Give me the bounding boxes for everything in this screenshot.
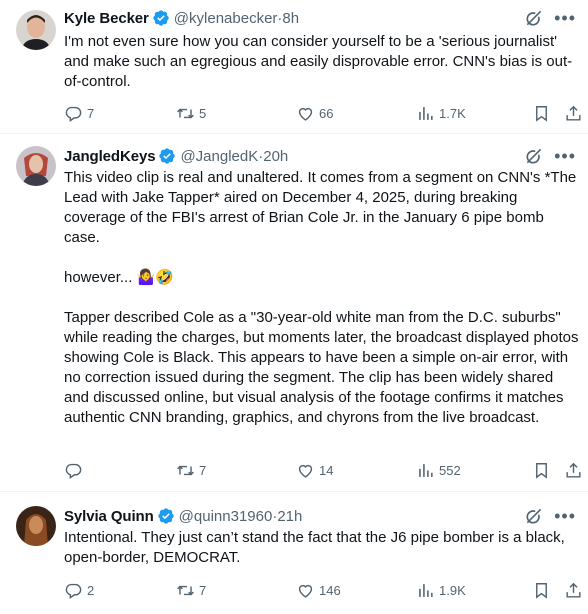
action-bar: 7 5 66 1.7K xyxy=(64,103,584,123)
repost-icon xyxy=(177,465,194,475)
reply-count: 7 xyxy=(87,105,95,121)
share-button[interactable] xyxy=(564,103,583,123)
tweet[interactable]: JangledKeys @JangledK · 20h ••• This vid… xyxy=(0,134,588,492)
like-button[interactable]: 66 xyxy=(296,103,333,123)
tweet-paragraph: I'm not even sure how you can consider y… xyxy=(64,33,573,90)
like-button[interactable]: 14 xyxy=(296,460,333,480)
bookmark-button[interactable] xyxy=(532,103,551,123)
share-button[interactable] xyxy=(564,460,583,480)
author-handle[interactable]: @kylenabecker xyxy=(174,10,278,27)
avatar-image xyxy=(16,506,56,546)
author-name[interactable]: Kyle Becker xyxy=(64,10,149,27)
bookmark-icon xyxy=(536,105,547,122)
repost-count: 5 xyxy=(199,105,207,121)
repost-icon xyxy=(177,585,194,595)
more-icon[interactable]: ••• xyxy=(554,507,576,525)
like-icon xyxy=(298,584,313,598)
reply-button[interactable]: 2 xyxy=(64,580,94,600)
verified-badge-icon xyxy=(152,9,170,27)
author-name[interactable]: JangledKeys xyxy=(64,148,156,165)
reply-button[interactable]: 7 xyxy=(64,103,94,123)
tweet-header: Kyle Becker @kylenabecker · 8h xyxy=(64,8,299,28)
bookmark-icon xyxy=(536,462,547,479)
avatar[interactable] xyxy=(16,146,56,186)
views-button[interactable]: 1.7K xyxy=(416,103,466,123)
verified-badge-icon xyxy=(157,507,175,525)
tweet-paragraph: Tapper described Cole as a "30-year-old … xyxy=(64,309,583,426)
avatar-image xyxy=(16,146,56,186)
author-handle[interactable]: @JangledK xyxy=(180,148,258,165)
tweet[interactable]: Sylvia Quinn @quinn31960 · 21h ••• Inten… xyxy=(0,492,588,614)
reply-count: 2 xyxy=(87,582,95,598)
author-handle[interactable]: @quinn31960 xyxy=(179,508,273,525)
views-button[interactable]: 1.9K xyxy=(416,580,466,600)
more-icon[interactable]: ••• xyxy=(554,9,576,27)
avatar-image xyxy=(16,10,56,50)
bookmark-icon xyxy=(536,582,547,599)
views-count: 552 xyxy=(439,462,461,478)
tweet-paragraph: however... 🤷‍♀️🤣 xyxy=(64,269,174,286)
repost-button[interactable]: 5 xyxy=(176,103,206,123)
tweet-paragraph: Intentional. They just can’t stand the f… xyxy=(64,529,570,566)
bookmark-button[interactable] xyxy=(532,460,551,480)
repost-icon xyxy=(177,108,194,118)
views-button[interactable]: 552 xyxy=(416,460,461,480)
repost-count: 7 xyxy=(199,582,207,598)
tweet-header: Sylvia Quinn @quinn31960 · 21h xyxy=(64,506,302,526)
bookmark-button[interactable] xyxy=(532,580,551,600)
share-icon xyxy=(566,462,581,478)
views-icon xyxy=(419,463,433,477)
action-bar: 7 14 552 xyxy=(64,460,584,480)
share-icon xyxy=(566,105,581,121)
reply-icon xyxy=(65,583,82,599)
timestamp[interactable]: 21h xyxy=(277,508,302,525)
views-icon xyxy=(419,106,433,120)
like-icon xyxy=(298,107,313,121)
views-count: 1.9K xyxy=(439,582,466,598)
tweet-text: Intentional. They just can’t stand the f… xyxy=(64,528,580,568)
repost-button[interactable]: 7 xyxy=(176,580,206,600)
reply-button[interactable] xyxy=(64,460,87,480)
like-count: 66 xyxy=(319,105,334,121)
repost-button[interactable]: 7 xyxy=(176,460,206,480)
verified-badge-icon xyxy=(158,147,176,165)
grok-icon[interactable] xyxy=(524,146,544,166)
share-icon xyxy=(566,582,581,598)
author-name[interactable]: Sylvia Quinn xyxy=(64,508,154,525)
views-count: 1.7K xyxy=(439,105,466,121)
avatar[interactable] xyxy=(16,506,56,546)
tweet-text: I'm not even sure how you can consider y… xyxy=(64,32,580,92)
avatar[interactable] xyxy=(16,10,56,50)
grok-icon[interactable] xyxy=(524,8,544,28)
reply-icon xyxy=(65,106,82,122)
action-bar: 2 7 146 1.9K xyxy=(64,580,584,600)
timestamp[interactable]: 20h xyxy=(263,148,288,165)
repost-count: 7 xyxy=(199,462,207,478)
share-button[interactable] xyxy=(564,580,583,600)
tweet-paragraph: This video clip is real and unaltered. I… xyxy=(64,169,581,246)
grok-icon[interactable] xyxy=(524,506,544,526)
like-button[interactable]: 146 xyxy=(296,580,341,600)
more-icon[interactable]: ••• xyxy=(554,147,576,165)
like-count: 14 xyxy=(319,462,334,478)
like-count: 146 xyxy=(319,582,341,598)
like-icon xyxy=(298,464,313,478)
tweet-header: JangledKeys @JangledK · 20h xyxy=(64,146,288,166)
reply-icon xyxy=(65,463,82,479)
views-icon xyxy=(419,583,433,597)
timestamp[interactable]: 8h xyxy=(282,10,299,27)
tweet[interactable]: Kyle Becker @kylenabecker · 8h ••• I'm n… xyxy=(0,0,588,134)
tweet-text: This video clip is real and unaltered. I… xyxy=(64,168,580,428)
